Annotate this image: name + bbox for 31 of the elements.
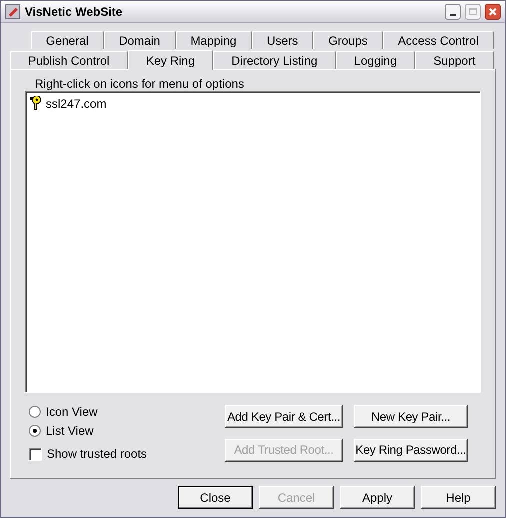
tab[interactable]: Groups [313,31,384,49]
key-icon [29,96,43,112]
tab[interactable]: Mapping [176,31,252,49]
app-icon [5,4,21,20]
tab[interactable]: Key Ring [128,50,214,70]
close-button[interactable] [485,4,501,20]
radio-label: Icon View [46,404,98,421]
tab[interactable]: Users [252,31,314,49]
radio-label: List View [46,423,94,440]
radio-button[interactable] [29,425,41,437]
key-item[interactable]: ssl247.com [45,95,108,113]
tab[interactable]: Directory Listing [213,51,336,69]
dialog-button[interactable]: Close [178,486,253,509]
hint-text: Right-click on icons for menu of options [35,76,246,91]
checkbox-label: Show trusted roots [47,446,148,463]
tab[interactable]: Support [415,51,494,69]
dialog-button[interactable]: Apply [340,486,415,509]
tab[interactable]: Logging [336,51,416,69]
tab[interactable]: General [31,31,104,49]
close-icon [489,8,497,16]
tab[interactable]: Domain [104,31,176,49]
tab[interactable]: Access Control [383,31,494,49]
minimize-button[interactable] [445,4,461,20]
action-button[interactable]: Key Ring Password... [354,438,468,462]
window-title: VisNetic WebSite [25,4,124,20]
dialog-button[interactable]: Help [421,486,496,509]
radio-button[interactable] [29,406,41,418]
checkbox[interactable] [29,448,42,460]
action-button[interactable]: New Key Pair... [354,405,468,428]
tab[interactable]: Publish Control [10,51,128,69]
action-button[interactable]: Add Key Pair & Cert... [225,405,343,428]
